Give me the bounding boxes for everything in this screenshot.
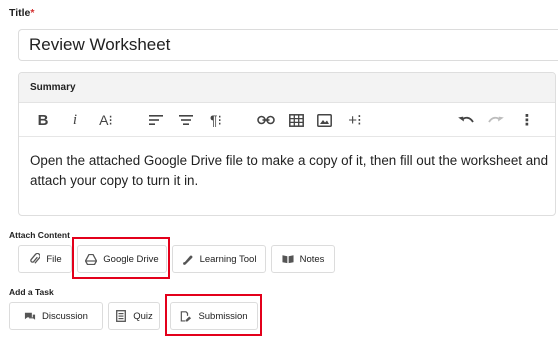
title-input[interactable]: Review Worksheet [18,29,558,61]
link-icon [257,115,275,125]
learning-tool-button-label: Learning Tool [199,253,257,265]
file-button-label: File [46,253,62,265]
title-label: Title* [9,7,35,19]
book-icon [282,253,294,265]
table-button[interactable] [285,103,307,137]
paperclip-icon [28,253,40,265]
google-drive-highlight [72,237,170,279]
link-button[interactable] [255,103,277,137]
puzzle-icon [182,253,194,265]
align-left-icon [149,115,163,125]
discussion-button-label: Discussion [42,310,88,322]
submission-highlight [165,294,262,336]
bold-button[interactable]: B [33,103,53,137]
align-button[interactable] [145,103,167,137]
paragraph-button[interactable]: ¶⁝ [203,103,229,137]
more-options-button[interactable]: ⋮ [519,103,535,137]
undo-icon [458,116,474,123]
add-task-label: Add a Task [9,287,54,297]
quiz-button-label: Quiz [133,310,153,322]
summary-text[interactable]: Open the attached Google Drive file to m… [30,151,550,191]
quiz-button[interactable]: Quiz [108,302,160,330]
image-icon [316,113,332,127]
align-center-icon [179,115,193,125]
image-button[interactable] [313,103,335,137]
table-icon [288,113,304,127]
learning-tool-button[interactable]: Learning Tool [172,245,266,273]
summary-header: Summary [19,73,555,103]
title-label-text: Title [9,7,31,19]
insert-more-button[interactable]: +⁝ [341,103,369,137]
font-size-button[interactable]: A⁝ [93,103,119,137]
undo-button[interactable] [455,103,477,137]
summary-editor: Summary B i A⁝ ¶⁝ +⁝ ⋮ Open the attached… [18,72,556,216]
required-asterisk: * [30,7,35,19]
redo-button[interactable] [485,103,507,137]
chat-icon [24,310,36,322]
discussion-button[interactable]: Discussion [9,302,103,330]
notes-button-label: Notes [299,253,325,265]
redo-icon [488,116,504,123]
list-button[interactable] [175,103,197,137]
italic-button[interactable]: i [67,103,83,137]
file-button[interactable]: File [18,245,72,273]
editor-toolbar: B i A⁝ ¶⁝ +⁝ ⋮ [19,103,555,137]
notes-button[interactable]: Notes [271,245,335,273]
attach-content-label: Attach Content [9,230,70,240]
checklist-icon [115,310,127,322]
